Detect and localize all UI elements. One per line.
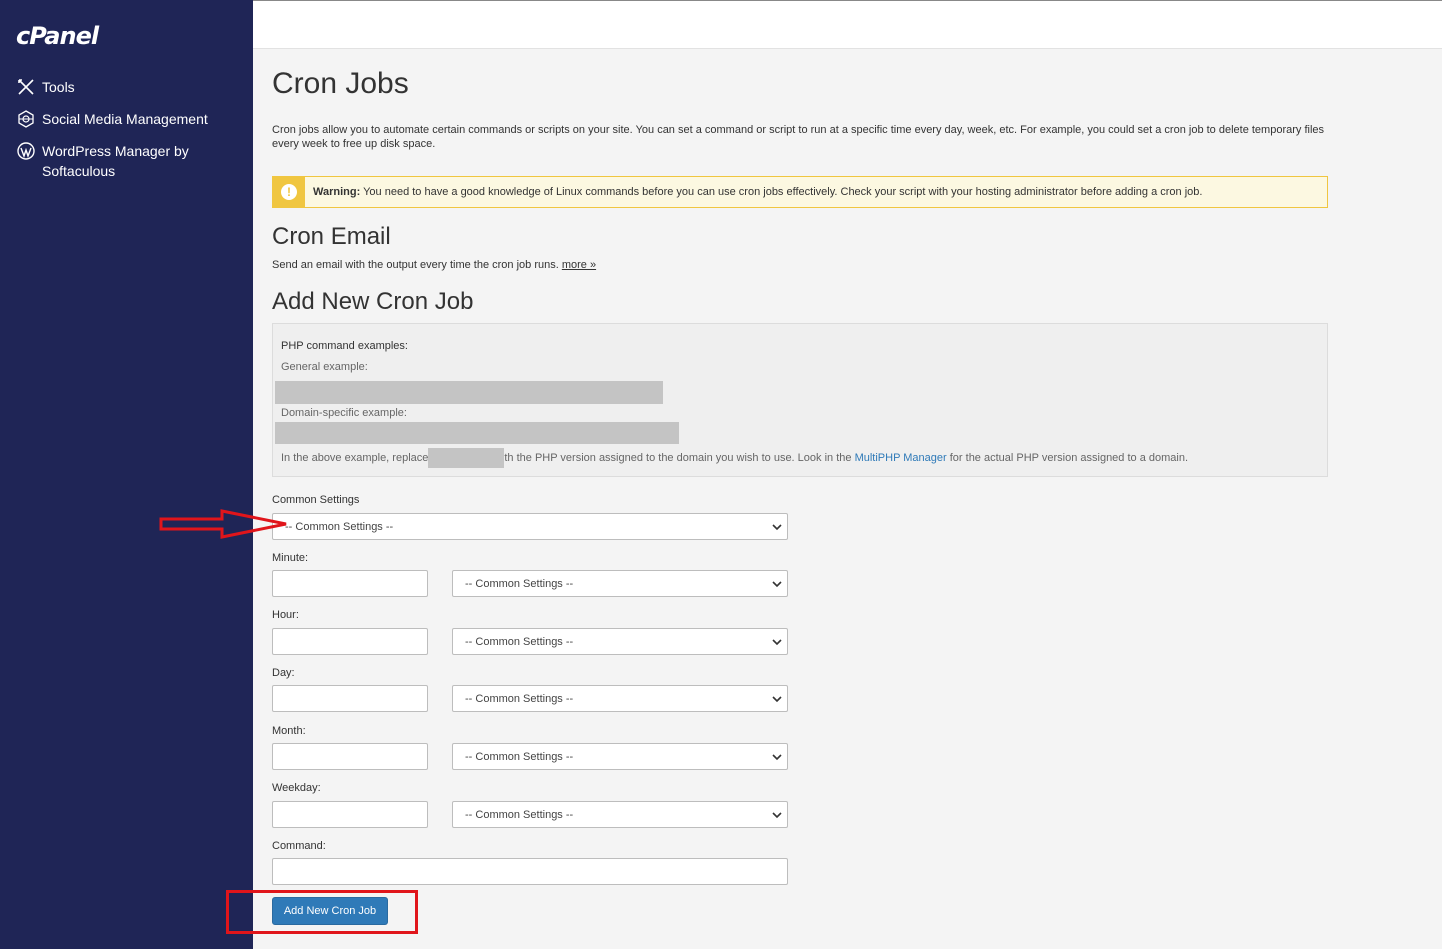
redacted-block [428, 448, 505, 468]
sidebar-item-label: Social Media Management [42, 111, 208, 127]
social-media-icon [16, 109, 36, 129]
wordpress-icon [16, 141, 36, 161]
annotation-arrow-icon [159, 509, 287, 539]
minute-label: Minute: [272, 552, 309, 564]
sidebar-item-label: Tools [42, 79, 75, 95]
chevron-down-icon [772, 696, 782, 703]
chevron-down-icon [772, 812, 782, 819]
weekday-input[interactable] [272, 801, 428, 828]
cron-email-heading: Cron Email [272, 223, 391, 250]
common-settings-select[interactable]: -- Common Settings -- [272, 513, 788, 540]
warning-alert: ! Warning: You need to have a good knowl… [272, 176, 1328, 208]
examples-note: In the above example, replace th the PHP … [281, 448, 1188, 468]
page-title: Cron Jobs [272, 67, 409, 100]
warning-text: You need to have a good knowledge of Lin… [360, 186, 1203, 198]
general-example-label: General example: [281, 361, 368, 373]
month-input[interactable] [272, 743, 428, 770]
chevron-down-icon [772, 581, 782, 588]
sidebar: cPanel Tools Social Media Management Wor… [0, 0, 253, 949]
command-label: Command: [272, 840, 326, 852]
minute-input[interactable] [272, 570, 428, 597]
cron-email-text: Send an email with the output every time… [272, 259, 597, 271]
day-input[interactable] [272, 685, 428, 712]
warning-label: Warning: [313, 186, 361, 198]
sidebar-item-wordpress[interactable]: WordPress Manager by Softaculous [16, 141, 236, 181]
redacted-block [275, 381, 663, 404]
chevron-down-icon [772, 524, 782, 531]
add-cron-job-heading: Add New Cron Job [272, 288, 474, 315]
chevron-down-icon [772, 639, 782, 646]
command-input[interactable] [272, 858, 788, 885]
chevron-down-icon [772, 754, 782, 761]
hour-label: Hour: [272, 609, 299, 621]
sidebar-item-tools[interactable]: Tools [16, 77, 75, 97]
month-select[interactable]: -- Common Settings -- [452, 743, 788, 770]
domain-example-label: Domain-specific example: [281, 407, 407, 419]
minute-select[interactable]: -- Common Settings -- [452, 570, 788, 597]
page-intro: Cron jobs allow you to automate certain … [272, 124, 1325, 150]
weekday-label: Weekday: [272, 782, 321, 794]
redacted-block [275, 422, 679, 444]
examples-title: PHP command examples: [281, 340, 408, 352]
month-label: Month: [272, 725, 306, 737]
sidebar-item-label: WordPress Manager by Softaculous [42, 143, 189, 179]
warning-icon: ! [273, 177, 305, 207]
sidebar-item-social-media[interactable]: Social Media Management [16, 109, 208, 129]
hour-select[interactable]: -- Common Settings -- [452, 628, 788, 655]
tools-icon [16, 77, 36, 97]
weekday-select[interactable]: -- Common Settings -- [452, 801, 788, 828]
day-label: Day: [272, 667, 295, 679]
annotation-highlight-box [226, 890, 418, 934]
multiphp-manager-link[interactable]: MultiPHP Manager [855, 452, 947, 464]
top-bar [253, 0, 1442, 49]
cpanel-logo[interactable]: cPanel [16, 22, 99, 50]
php-examples-panel: PHP command examples: General example: D… [272, 323, 1328, 477]
more-link[interactable]: more » [562, 259, 596, 271]
day-select[interactable]: -- Common Settings -- [452, 685, 788, 712]
common-settings-label: Common Settings [272, 494, 360, 506]
hour-input[interactable] [272, 628, 428, 655]
